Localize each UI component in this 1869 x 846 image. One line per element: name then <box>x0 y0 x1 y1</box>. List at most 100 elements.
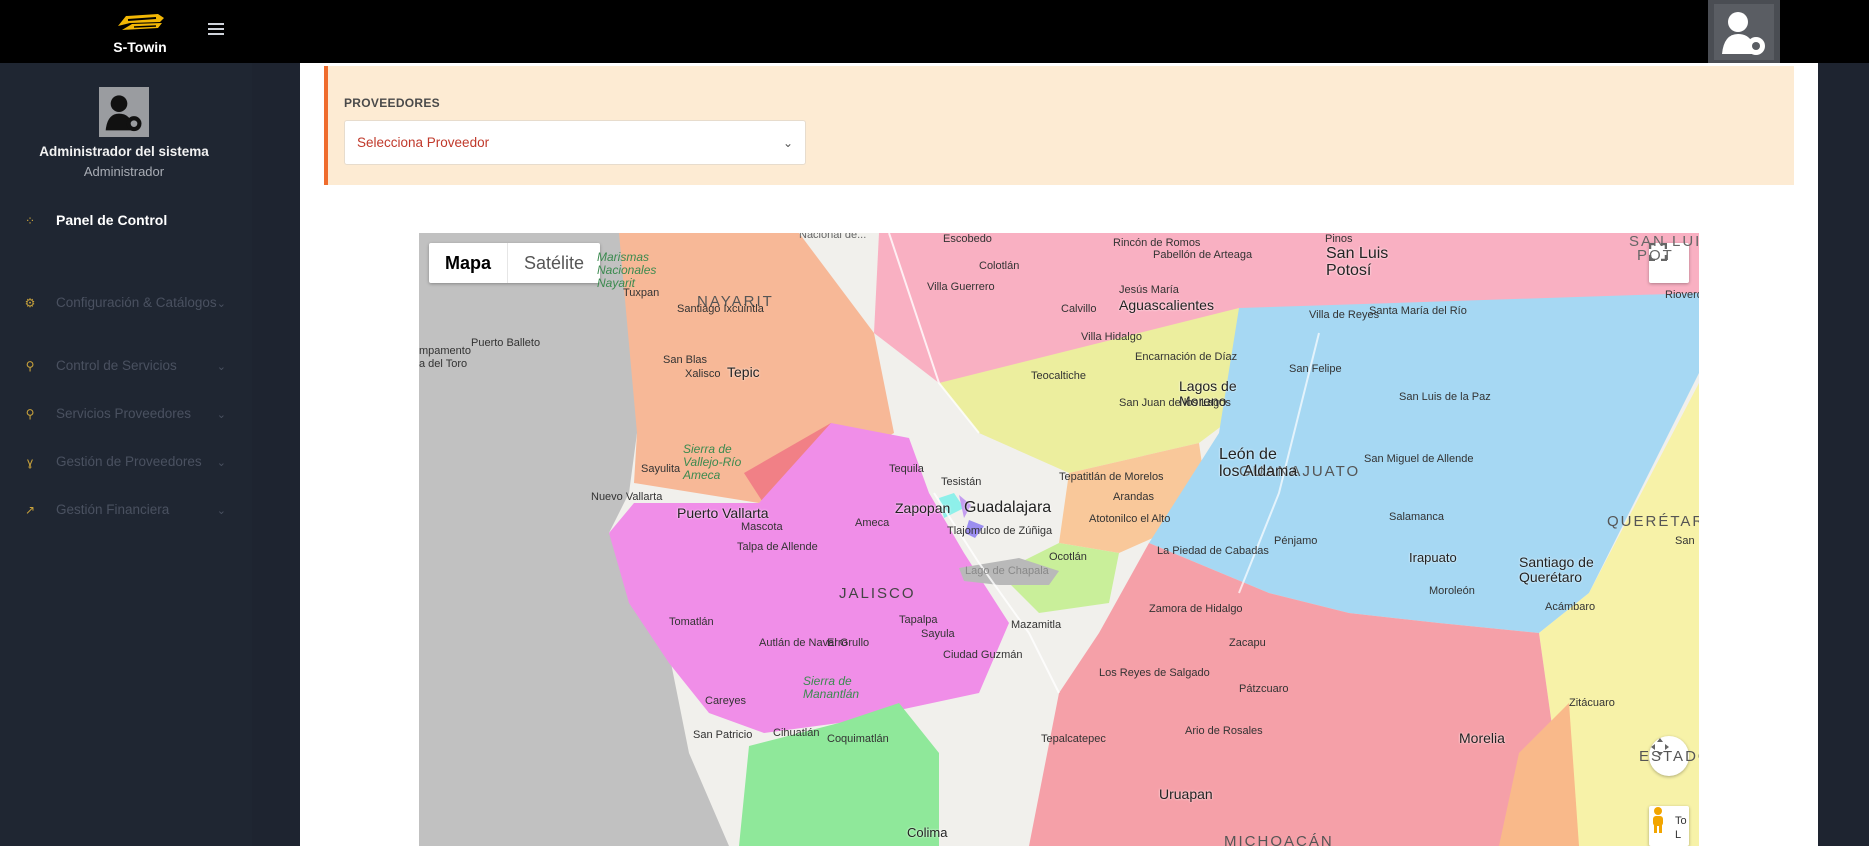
map-city-label: Colima <box>907 825 948 840</box>
map-edge-label: L <box>1675 829 1682 841</box>
map-town-label: Careyes <box>705 695 746 707</box>
map-town-label: San Blas <box>663 354 708 366</box>
map-town-label: Tesistán <box>941 476 982 488</box>
sidebar-avatar <box>99 87 149 137</box>
sidebar-item-label: Gestión de Proveedores <box>56 453 202 469</box>
sidebar-item-label: Configuración & Catálogos <box>56 294 217 310</box>
map-town-label: Encarnación de Díaz <box>1135 351 1238 363</box>
chevron-down-icon: ⌄ <box>216 360 226 373</box>
map-town-label: Ario de Rosales <box>1185 725 1263 737</box>
map-town-label: Zacapu <box>1229 637 1266 649</box>
sidebar-item-configuracion[interactable]: ⚙ Configuración & Catálogos ⌄ <box>0 281 240 325</box>
map-city-label: Puerto Vallarta <box>677 505 769 521</box>
map-town-label: Moroleón <box>1429 585 1475 597</box>
map-town-label: Acámbaro <box>1545 601 1596 613</box>
chevron-down-icon: ⌄ <box>216 456 226 469</box>
map-nature-label: Sierra de Manantlán <box>803 674 860 702</box>
gear-icon: ⚙ <box>24 296 36 310</box>
content-card: PROVEEDORES Selecciona Proveedor ⌄ Mapa … <box>300 63 1818 846</box>
map-town-label: Pabellón de Arteaga <box>1153 249 1253 261</box>
sidebar-item-gestion-proveedores[interactable]: ɣ Gestión de Proveedores ⌄ <box>0 444 240 480</box>
map-town-label: Escobedo <box>943 233 992 245</box>
main-area: PROVEEDORES Selecciona Proveedor ⌄ Mapa … <box>252 63 1869 846</box>
map-city-label: Irapuato <box>1409 550 1457 565</box>
map-city-label: León de los Aldama <box>1219 446 1298 480</box>
map-edge-label: San <box>1675 535 1695 547</box>
map-town-label: Tomatlán <box>669 616 714 628</box>
map-town-label: Pénjamo <box>1274 535 1318 547</box>
map-town-label: San Juan de los Lagos <box>1119 397 1231 409</box>
map-town-label: Atotonilco el Alto <box>1089 513 1171 525</box>
map-type-satelite[interactable]: Satélite <box>508 243 600 283</box>
map-town-label: Mascota <box>741 521 783 533</box>
user-avatar-button[interactable] <box>1708 0 1780 63</box>
map-city-label: Aguascalientes <box>1119 297 1214 313</box>
map-town-label: Pátzcuaro <box>1239 683 1289 695</box>
map-edge-label: To <box>1675 815 1687 827</box>
map-edge-label: Nacional de... <box>799 233 867 241</box>
map-state-label: JALISCO <box>839 585 916 602</box>
chevron-down-icon: ⌄ <box>782 135 793 150</box>
chart-icon: ↗ <box>24 503 36 517</box>
admin-user-icon <box>1714 4 1774 60</box>
map-view[interactable]: Mapa Satélite NAYARIT JALISCO GUANAJUATO… <box>419 233 1699 846</box>
admin-user-icon <box>99 88 149 136</box>
map-town-label: El Grullo <box>827 637 870 649</box>
app-logo[interactable]: S-Towin <box>100 6 180 58</box>
sidebar-item-servicios-proveedores[interactable]: ⚲ Servicios Proveedores ⌄ <box>0 396 240 432</box>
map-town-label: Santiago Ixcuintla <box>677 303 764 315</box>
map-city-label: Guadalajara <box>964 499 1052 516</box>
map-town-label: San Luis de la Paz <box>1399 391 1491 403</box>
map-type-control: Mapa Satélite <box>429 243 601 283</box>
map-lake-label: Lago de Chapala <box>965 565 1049 577</box>
services-icon: ⚲ <box>25 359 35 373</box>
map-town-label: Puerto Balleto <box>471 337 541 349</box>
map-town-label: Rioverde <box>1665 289 1699 301</box>
map-town-label: Tlajomulco de Zúñiga <box>947 525 1053 537</box>
provider-select[interactable]: Selecciona Proveedor ⌄ <box>344 120 806 165</box>
dashboard-icon: ⁘ <box>24 214 36 228</box>
map-town-label: San Miguel de Allende <box>1364 453 1474 465</box>
map-town-label: Salamanca <box>1389 511 1445 523</box>
pegman-icon <box>1653 807 1663 833</box>
map-town-label: Sayula <box>921 628 955 640</box>
map-town-label: Los Reyes de Salgado <box>1099 667 1210 679</box>
map-town-label: Tequila <box>889 463 924 475</box>
sidebar-item-panel-de-control[interactable]: ⁘ Panel de Control <box>0 203 240 239</box>
map-city-label: Morelia <box>1459 730 1505 746</box>
sidebar-item-label: Panel de Control <box>56 212 168 229</box>
chevron-down-icon: ⌄ <box>216 408 226 421</box>
map-town-label: Colotlán <box>979 260 1020 272</box>
tow-truck-logo-icon <box>118 14 164 30</box>
map-town-label: Xalisco <box>685 368 721 380</box>
map-town-label: Villa Hidalgo <box>1081 331 1142 343</box>
map-town-label: Jesús María <box>1119 284 1179 296</box>
map-nature-label: Marismas Nacionales Nayarit <box>597 250 657 291</box>
map-town-label: Tepatitlán de Morelos <box>1059 471 1164 483</box>
map-town-label: Mazamitla <box>1011 619 1062 631</box>
chevron-down-icon: ⌄ <box>216 504 226 517</box>
map-city-label: Santiago de Querétaro <box>1519 554 1594 585</box>
map-town-label: Zamora de Hidalgo <box>1149 603 1243 615</box>
providers-icon: ⚲ <box>25 407 35 421</box>
sidebar-item-control-servicios[interactable]: ⚲ Control de Servicios ⌄ <box>0 348 240 384</box>
map-town-label: Ciudad Guzmán <box>943 649 1023 661</box>
map-nature-label: Sierra de Vallejo-Río Ameca <box>683 442 742 483</box>
map-town-label: Ocotlán <box>1049 551 1087 563</box>
map-town-label: Villa Guerrero <box>927 281 995 293</box>
map-state-label: MICHOACÁN <box>1224 833 1334 846</box>
map-town-label: Cihuatlán <box>773 727 820 739</box>
map-city-label: San Luis Potosí <box>1326 245 1389 279</box>
map-state-label: ESTADO <box>1639 748 1699 765</box>
map-town-label: Coquimatlán <box>827 733 889 745</box>
menu-toggle-icon[interactable] <box>205 20 227 42</box>
map-town-label: Nuevo Vallarta <box>591 491 663 503</box>
map-type-mapa[interactable]: Mapa <box>429 243 509 283</box>
map-town-label: Rincón de Romos <box>1113 237 1201 249</box>
map-town-label: Arandas <box>1113 491 1154 503</box>
map-edge-label: a del Toro <box>419 358 468 370</box>
chevron-down-icon: ⌄ <box>216 297 226 310</box>
map-city-label: Zapopan <box>895 500 951 516</box>
map-town-label: Tapalpa <box>899 614 938 626</box>
sidebar-item-gestion-financiera[interactable]: ↗ Gestión Financiera ⌄ <box>0 492 240 528</box>
